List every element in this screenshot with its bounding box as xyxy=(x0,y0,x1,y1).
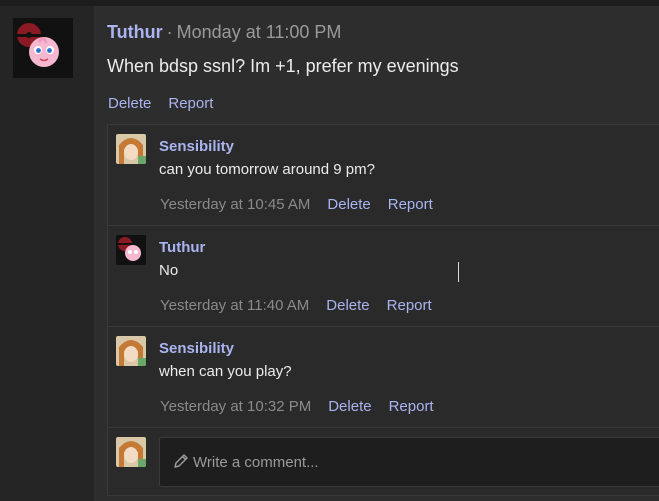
comment-timestamp[interactable]: Yesterday at 11:40 AM xyxy=(160,297,309,314)
comment-avatar[interactable] xyxy=(116,336,146,366)
comment-author[interactable]: Sensibility xyxy=(159,340,234,357)
comment-input[interactable]: Write a comment... xyxy=(159,437,659,487)
comment-author[interactable]: Tuthur xyxy=(159,239,205,256)
comment-text: when can you play? xyxy=(159,363,292,380)
post-separator: · xyxy=(166,22,173,42)
post-report-link[interactable]: Report xyxy=(168,95,213,112)
comment-timestamp[interactable]: Yesterday at 10:32 PM xyxy=(160,398,311,415)
composer-avatar xyxy=(116,437,146,467)
comment-text: No xyxy=(159,262,179,279)
comment-report-link[interactable]: Report xyxy=(389,398,434,415)
comment-avatar[interactable] xyxy=(116,134,146,164)
post-body: When bdsp ssnl? Im +1, prefer my evening… xyxy=(107,56,459,76)
comment-report-link[interactable]: Report xyxy=(388,196,433,213)
post-author[interactable]: Tuthur xyxy=(107,22,163,42)
comment-delete-link[interactable]: Delete xyxy=(327,196,370,213)
comment-meta: Yesterday at 11:40 AM Delete Report xyxy=(160,297,432,314)
comment-item: Sensibility when can you play? Yesterday… xyxy=(108,327,659,428)
comment-item: Sensibility can you tomorrow around 9 pm… xyxy=(108,125,659,226)
comment-meta: Yesterday at 10:32 PM Delete Report xyxy=(160,398,434,415)
comment-input-placeholder: Write a comment... xyxy=(193,454,319,471)
comment-composer: Write a comment... xyxy=(108,428,659,496)
left-rail xyxy=(0,6,94,501)
comment-delete-link[interactable]: Delete xyxy=(326,297,369,314)
post-actions: Delete Report xyxy=(108,95,230,112)
text-cursor xyxy=(458,262,459,282)
comments-box: Sensibility can you tomorrow around 9 pm… xyxy=(107,124,659,496)
post-header: Tuthur · Monday at 11:00 PM xyxy=(107,22,341,43)
comment-timestamp[interactable]: Yesterday at 10:45 AM xyxy=(160,196,310,213)
pencil-icon xyxy=(172,452,190,470)
comment-delete-link[interactable]: Delete xyxy=(328,398,371,415)
comment-avatar[interactable] xyxy=(116,235,146,265)
comment-report-link[interactable]: Report xyxy=(387,297,432,314)
post-avatar[interactable] xyxy=(13,18,73,78)
comment-item: Tuthur No Yesterday at 11:40 AM Delete Rep… xyxy=(108,226,659,327)
comment-author[interactable]: Sensibility xyxy=(159,138,234,155)
post-delete-link[interactable]: Delete xyxy=(108,95,151,112)
comment-text: can you tomorrow around 9 pm? xyxy=(159,161,375,178)
comment-meta: Yesterday at 10:45 AM Delete Report xyxy=(160,196,433,213)
post-timestamp[interactable]: Monday at 11:00 PM xyxy=(177,22,342,42)
